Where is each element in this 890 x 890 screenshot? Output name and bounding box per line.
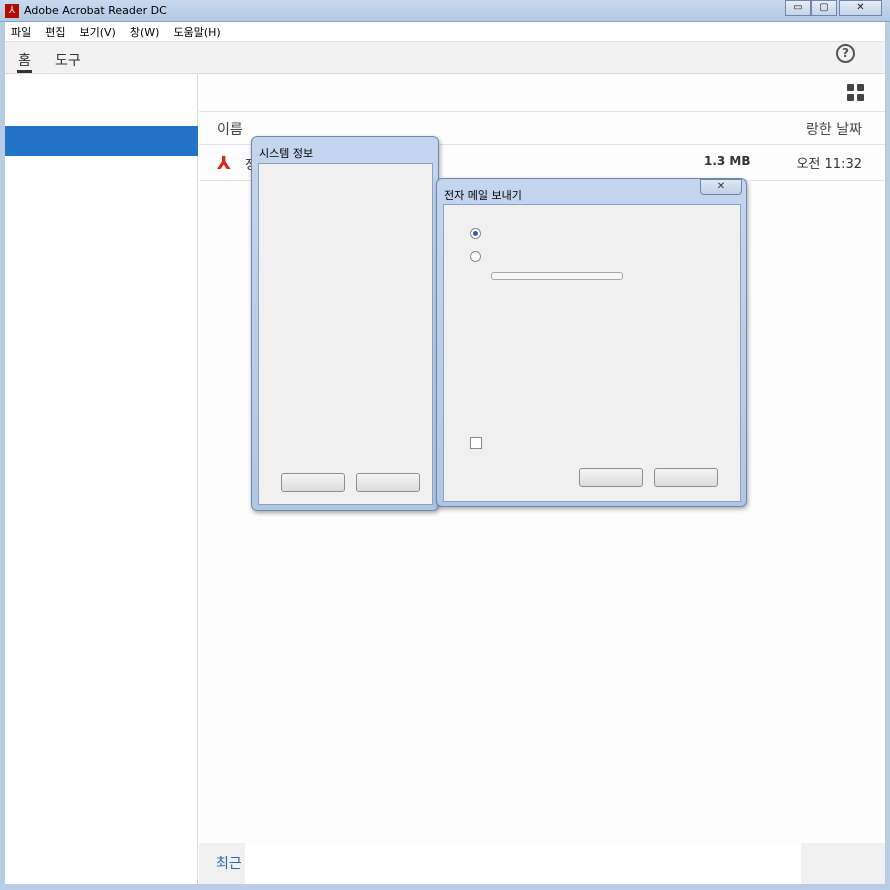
left-panel [5,74,198,884]
pdf-file-icon: ⅄ [217,153,231,174]
left-panel-selected-item[interactable] [5,126,198,156]
maximize-button[interactable]: ▢ [811,0,837,16]
tab-tools[interactable]: 도구 [55,50,81,70]
send-email-dialog: 전자 메일 보내기 ✕ [436,178,747,507]
minimize-button[interactable]: ▭ [785,0,811,16]
tab-home[interactable]: 홈 [18,50,31,70]
title-bar: ⅄ Adobe Acrobat Reader DC ▭ ▢ ✕ [0,0,890,22]
cancel-button[interactable] [356,473,420,492]
attachment-progress-bar [491,272,623,280]
window-controls: ▭ ▢ ✕ [785,0,882,16]
close-button[interactable]: ✕ [839,0,882,16]
window-title: Adobe Acrobat Reader DC [24,4,167,17]
menu-bar: 파일 편집 보기(V) 창(W) 도움말(H) [5,22,885,42]
window-frame-bottom [0,884,890,890]
dialog-title: 전자 메일 보내기 [444,189,522,202]
bottom-bar: 최근 [199,843,885,884]
grid-view-icon[interactable] [847,84,864,101]
help-icon[interactable]: ? [836,44,855,63]
tab-bar: 홈 도구 ? [5,42,885,74]
tab-home-indicator [17,70,32,73]
email-option-1-radio[interactable] [470,228,481,239]
menu-edit[interactable]: 편집 [45,24,65,40]
bottom-panel [245,843,801,884]
file-size: 1.3 MB [704,154,751,168]
ok-button[interactable] [281,473,345,492]
email-option-2-radio[interactable] [470,251,481,262]
pdf-logo-icon: ⅄ [5,4,19,18]
dialog-close-button[interactable]: ✕ [700,179,742,195]
send-button[interactable] [579,468,643,487]
column-date-header[interactable]: 랑한 날짜 [806,119,862,139]
dialog-body [258,163,433,505]
file-opened-time: 오전 11:32 [796,157,862,172]
menu-help[interactable]: 도움말(H) [173,24,220,40]
menu-file[interactable]: 파일 [11,24,31,40]
recent-label[interactable]: 최근 [216,853,242,873]
menu-window[interactable]: 창(W) [130,24,160,40]
window-frame-right [885,22,890,890]
menu-view[interactable]: 보기(V) [80,24,116,40]
dialog-body [443,204,741,502]
option-checkbox[interactable] [470,437,482,449]
cancel-button[interactable] [654,468,718,487]
system-info-dialog: 시스템 정보 [251,136,439,511]
dialog-title: 시스템 정보 [259,147,314,160]
column-name-header[interactable]: 이름 [217,119,243,139]
